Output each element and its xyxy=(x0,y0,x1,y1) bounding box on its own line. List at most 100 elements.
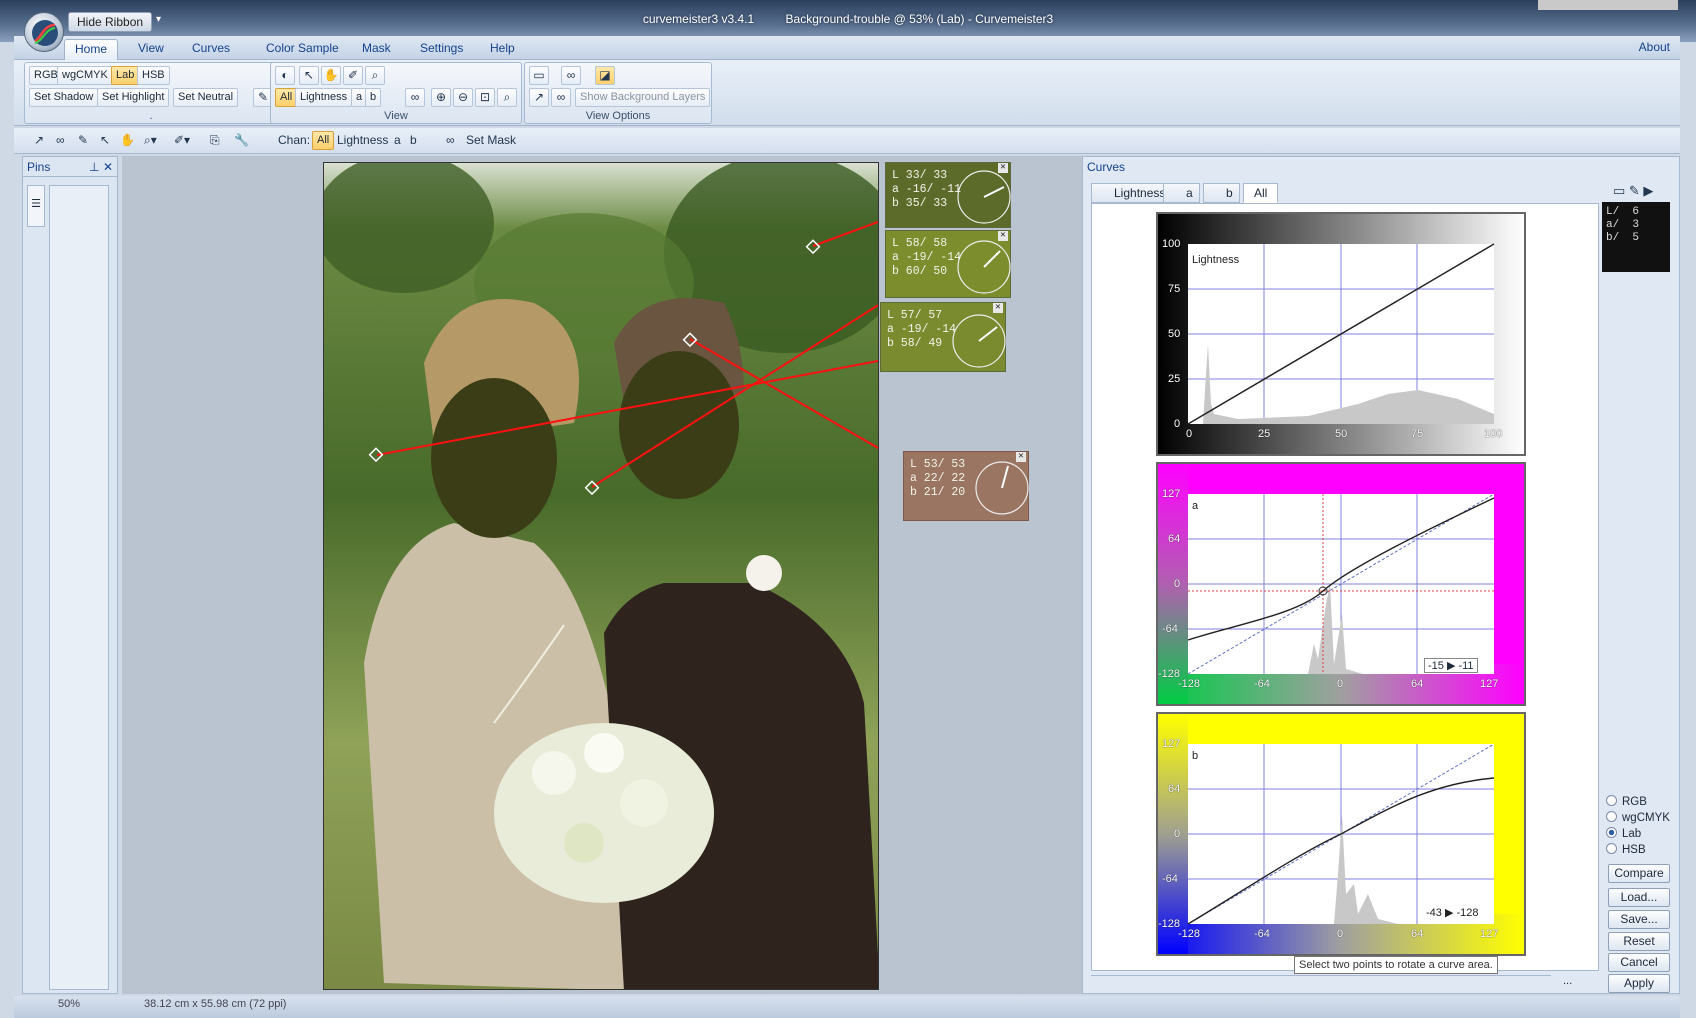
radio-hsb[interactable]: HSB xyxy=(1606,843,1646,856)
zoom-actual-icon[interactable]: ⌕ xyxy=(497,88,517,107)
channel-lightness-button[interactable]: Lightness xyxy=(295,88,353,107)
y-tick: 25 xyxy=(1168,373,1181,385)
tab-view[interactable]: View xyxy=(128,39,174,60)
radio-rgb[interactable]: RGB xyxy=(1606,795,1647,808)
curve-tab-all[interactable]: All xyxy=(1243,183,1279,203)
ellipsis-button[interactable]: ... xyxy=(1563,975,1572,987)
status-bar: 50% 38.12 cm x 55.98 cm (72 ppi) xyxy=(14,996,1680,1018)
color-sample-3[interactable]: ✕ L 57/ 57 a -19/ -14 b 58/ 49 xyxy=(880,302,1006,372)
mask-icon[interactable]: ∞ xyxy=(405,88,425,107)
a-curve-graph[interactable]: a 127 64 0 -64 -128 -128 -64 0 64 127 -1… xyxy=(1156,462,1526,706)
app-title: curvemeister3 v3.4.1 xyxy=(642,12,755,26)
radio-label: Lab xyxy=(1622,828,1642,840)
curve-small-icon[interactable]: ↗ xyxy=(529,88,549,107)
set-neutral-button[interactable]: Set Neutral xyxy=(173,88,239,107)
cancel-button[interactable]: Cancel xyxy=(1608,953,1670,972)
eyedropper-icon[interactable]: ✐ xyxy=(343,66,363,85)
glasses-icon[interactable]: ∞ xyxy=(551,88,571,107)
set-mask-icon[interactable]: ∞ xyxy=(446,131,455,151)
app-menu-button[interactable] xyxy=(24,12,64,52)
pins-list-icon[interactable]: ☰ xyxy=(27,185,45,227)
mini-readout-text: L/ 6 a/ 3 b/ 5 xyxy=(1606,206,1640,244)
curves-scrollbar[interactable] xyxy=(1091,975,1551,991)
channel-b-button[interactable]: b xyxy=(365,88,382,107)
color-sample-1[interactable]: ✕ L 33/ 33 a -16/ -11 b 35/ 33 xyxy=(885,162,1011,228)
set-mask-button[interactable]: Set Mask xyxy=(466,131,516,151)
reset-button[interactable]: Reset xyxy=(1608,932,1670,951)
apply-button[interactable]: Apply xyxy=(1608,974,1670,993)
load-button[interactable]: Load... xyxy=(1608,888,1670,907)
layers-icon[interactable]: ▭ xyxy=(529,66,549,85)
lightness-curve-graph[interactable]: Lightness 100 75 50 25 0 0 25 50 75 100 xyxy=(1156,212,1526,456)
y-tick: 50 xyxy=(1168,328,1181,340)
glasses-small-icon[interactable]: ∞ xyxy=(56,131,65,151)
toolbar-channel-lightness[interactable]: Lightness xyxy=(337,131,388,151)
mode-lab-button[interactable]: Lab xyxy=(111,66,140,85)
y-tick: -128 xyxy=(1158,918,1181,930)
toolbar-channel-b[interactable]: b xyxy=(410,131,417,151)
mask-view-icon[interactable]: ∞ xyxy=(561,66,581,85)
document-title: Background-trouble @ 53% (Lab) - Curveme… xyxy=(785,12,1054,26)
close-icon[interactable]: ✕ xyxy=(103,157,113,177)
curve-tools-icons[interactable]: ▭ ✎ ▶ xyxy=(1613,183,1653,199)
pointer-small-icon[interactable]: ↖ xyxy=(100,131,110,151)
mode-wgcmyk-button[interactable]: wgCMYK xyxy=(57,66,113,85)
set-highlight-button[interactable]: Set Highlight xyxy=(97,88,170,107)
tab-help[interactable]: Help xyxy=(480,39,525,60)
channel-all-button[interactable]: All xyxy=(275,88,298,107)
eyedropper-small-icon[interactable]: ✐▾ xyxy=(174,131,190,151)
tab-mask[interactable]: Mask xyxy=(352,39,401,60)
mode-hsb-button[interactable]: HSB xyxy=(137,66,170,85)
x-tick: 0 xyxy=(1337,928,1344,940)
sample-dial-icon xyxy=(952,314,1006,368)
color-sample-2[interactable]: ✕ L 58/ 58 a -19/ -14 b 60/ 50 xyxy=(885,230,1011,298)
compare-button[interactable]: Compare xyxy=(1608,864,1670,883)
color-sample-4[interactable]: ✕ L 53/ 53 a 22/ 22 b 21/ 20 xyxy=(903,451,1029,521)
curve-tab-lightness[interactable]: Lightness xyxy=(1091,183,1173,203)
wrench-icon[interactable]: 🔧 xyxy=(234,131,249,151)
zoom-in-icon[interactable]: ⊕ xyxy=(431,88,451,107)
tab-settings[interactable]: Settings xyxy=(410,39,473,60)
zoom-small-icon[interactable]: ⌕▾ xyxy=(144,131,157,151)
b-curve-graph[interactable]: b 127 64 0 -64 -128 -128 -64 0 64 127 -4… xyxy=(1156,712,1526,956)
tab-home[interactable]: Home xyxy=(64,39,119,60)
radio-label: HSB xyxy=(1622,844,1646,856)
toolbar-channel-all[interactable]: All xyxy=(312,131,335,150)
pen-settings-icon[interactable]: ✎ xyxy=(78,131,88,151)
zoom-fit-icon[interactable]: ⊡ xyxy=(475,88,495,107)
tab-label: a xyxy=(1186,186,1193,200)
curve-tool-small-icon[interactable]: ↗ xyxy=(34,131,44,151)
y-tick: 64 xyxy=(1168,533,1181,545)
tab-curves[interactable]: Curves xyxy=(182,39,240,60)
tab-color-sample[interactable]: Color Sample xyxy=(256,39,349,60)
about-link[interactable]: About xyxy=(1639,40,1670,54)
zoom-icon[interactable]: ⌕ xyxy=(365,66,385,85)
radio-label: RGB xyxy=(1622,796,1647,808)
overlay-icon[interactable]: ◪ xyxy=(595,66,615,85)
show-background-layers-button[interactable]: Show Background Layers xyxy=(575,88,711,107)
pin-icon[interactable]: ⊥ xyxy=(89,157,99,177)
window-controls[interactable] xyxy=(1538,0,1678,10)
save-button[interactable]: Save... xyxy=(1608,910,1670,929)
zoom-level[interactable]: 50% xyxy=(58,998,80,1010)
hand-icon[interactable]: ✋ xyxy=(321,66,341,85)
copy-icon[interactable]: ⎘ xyxy=(210,131,220,151)
toolbar-channel-a[interactable]: a xyxy=(394,131,401,151)
zoom-out-icon[interactable]: ⊖ xyxy=(453,88,473,107)
hand-small-icon[interactable]: ✋ xyxy=(120,131,135,151)
pointer-icon[interactable]: ↖ xyxy=(299,66,319,85)
curve-tool-icon[interactable]: ◐ xyxy=(275,66,295,85)
radio-wgcmyk[interactable]: wgCMYK xyxy=(1606,811,1670,824)
y-tick: 75 xyxy=(1168,283,1181,295)
curve-tab-b[interactable]: b xyxy=(1203,183,1240,203)
ribbon-tab-bar: Home View Curves Color Sample Mask Setti… xyxy=(14,36,1680,60)
radio-lab[interactable]: Lab xyxy=(1606,827,1641,840)
set-shadow-button[interactable]: Set Shadow xyxy=(29,88,99,107)
x-tick: -128 xyxy=(1178,678,1201,690)
y-tick: -64 xyxy=(1162,623,1178,635)
curve-tab-a[interactable]: a xyxy=(1163,183,1200,203)
photo-illustration xyxy=(324,163,878,989)
photo-image[interactable] xyxy=(323,162,879,990)
close-icon[interactable]: ✕ xyxy=(993,303,1003,313)
y-tick: 0 xyxy=(1174,578,1181,590)
